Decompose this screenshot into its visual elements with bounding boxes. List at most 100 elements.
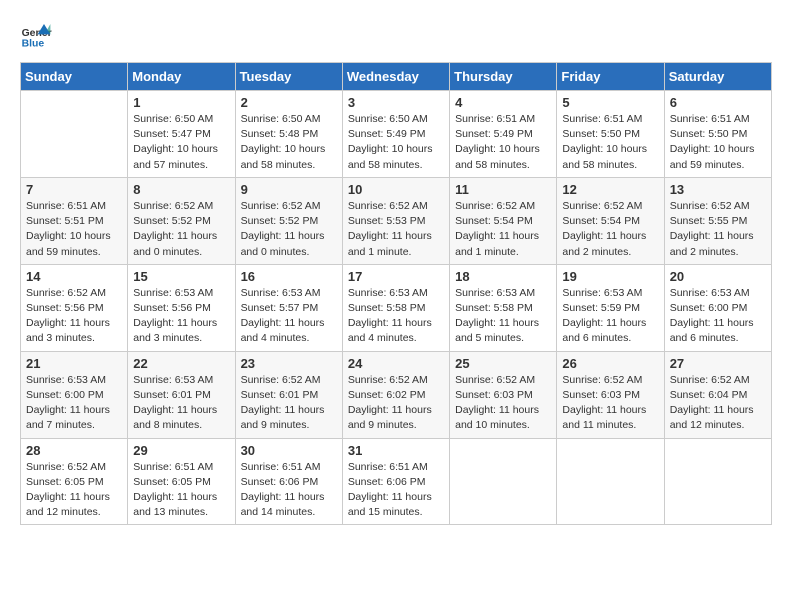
calendar-cell: 30 Sunrise: 6:51 AMSunset: 6:06 PMDayligh… <box>235 438 342 525</box>
logo: General Blue <box>20 20 52 52</box>
calendar-cell: 28 Sunrise: 6:52 AMSunset: 6:05 PMDayligh… <box>21 438 128 525</box>
day-info: Sunrise: 6:52 AMSunset: 5:53 PMDaylight:… <box>348 199 444 260</box>
calendar-cell: 3 Sunrise: 6:50 AMSunset: 5:49 PMDaylight… <box>342 91 449 178</box>
day-number: 28 <box>26 443 122 458</box>
day-number: 12 <box>562 182 658 197</box>
calendar-cell <box>557 438 664 525</box>
calendar-week-row: 14 Sunrise: 6:52 AMSunset: 5:56 PMDayligh… <box>21 264 772 351</box>
calendar-cell: 25 Sunrise: 6:52 AMSunset: 6:03 PMDayligh… <box>450 351 557 438</box>
calendar-cell: 15 Sunrise: 6:53 AMSunset: 5:56 PMDayligh… <box>128 264 235 351</box>
day-number: 26 <box>562 356 658 371</box>
day-info: Sunrise: 6:52 AMSunset: 5:55 PMDaylight:… <box>670 199 766 260</box>
calendar-cell: 2 Sunrise: 6:50 AMSunset: 5:48 PMDaylight… <box>235 91 342 178</box>
day-info: Sunrise: 6:52 AMSunset: 6:02 PMDaylight:… <box>348 373 444 434</box>
calendar-cell: 24 Sunrise: 6:52 AMSunset: 6:02 PMDayligh… <box>342 351 449 438</box>
day-info: Sunrise: 6:51 AMSunset: 5:50 PMDaylight:… <box>562 112 658 173</box>
page-header: General Blue <box>20 20 772 52</box>
calendar-cell: 22 Sunrise: 6:53 AMSunset: 6:01 PMDayligh… <box>128 351 235 438</box>
day-number: 8 <box>133 182 229 197</box>
calendar-cell: 7Sunrise: 6:51 AMSunset: 5:51 PMDaylight… <box>21 177 128 264</box>
day-number: 25 <box>455 356 551 371</box>
weekday-header: Saturday <box>664 63 771 91</box>
calendar-cell <box>450 438 557 525</box>
day-info: Sunrise: 6:53 AMSunset: 5:57 PMDaylight:… <box>241 286 337 347</box>
weekday-header: Thursday <box>450 63 557 91</box>
calendar-cell: 8 Sunrise: 6:52 AMSunset: 5:52 PMDaylight… <box>128 177 235 264</box>
day-info: Sunrise: 6:53 AMSunset: 5:58 PMDaylight:… <box>455 286 551 347</box>
day-info: Sunrise: 6:52 AMSunset: 5:54 PMDaylight:… <box>455 199 551 260</box>
calendar-cell: 26 Sunrise: 6:52 AMSunset: 6:03 PMDayligh… <box>557 351 664 438</box>
weekday-header: Sunday <box>21 63 128 91</box>
day-number: 17 <box>348 269 444 284</box>
day-number: 10 <box>348 182 444 197</box>
day-number: 27 <box>670 356 766 371</box>
day-number: 21 <box>26 356 122 371</box>
calendar-cell <box>21 91 128 178</box>
weekday-header: Tuesday <box>235 63 342 91</box>
day-number: 14 <box>26 269 122 284</box>
calendar-cell: 16 Sunrise: 6:53 AMSunset: 5:57 PMDayligh… <box>235 264 342 351</box>
day-info: Sunrise: 6:53 AMSunset: 6:00 PMDaylight:… <box>26 373 122 434</box>
calendar-cell: 20Sunrise: 6:53 AMSunset: 6:00 PMDayligh… <box>664 264 771 351</box>
day-number: 22 <box>133 356 229 371</box>
day-info: Sunrise: 6:52 AMSunset: 5:52 PMDaylight:… <box>241 199 337 260</box>
calendar-cell: 10 Sunrise: 6:52 AMSunset: 5:53 PMDayligh… <box>342 177 449 264</box>
weekday-header: Monday <box>128 63 235 91</box>
calendar-cell: 21 Sunrise: 6:53 AMSunset: 6:00 PMDayligh… <box>21 351 128 438</box>
day-info: Sunrise: 6:51 AMSunset: 5:49 PMDaylight:… <box>455 112 551 173</box>
day-number: 18 <box>455 269 551 284</box>
day-info: Sunrise: 6:52 AMSunset: 5:54 PMDaylight:… <box>562 199 658 260</box>
day-number: 11 <box>455 182 551 197</box>
day-number: 20 <box>670 269 766 284</box>
calendar-week-row: 28 Sunrise: 6:52 AMSunset: 6:05 PMDayligh… <box>21 438 772 525</box>
day-info: Sunrise: 6:51 AMSunset: 6:06 PMDaylight:… <box>241 460 337 521</box>
calendar-cell: 9 Sunrise: 6:52 AMSunset: 5:52 PMDaylight… <box>235 177 342 264</box>
day-number: 9 <box>241 182 337 197</box>
day-info: Sunrise: 6:51 AMSunset: 6:05 PMDaylight:… <box>133 460 229 521</box>
day-info: Sunrise: 6:53 AMSunset: 5:56 PMDaylight:… <box>133 286 229 347</box>
day-info: Sunrise: 6:50 AMSunset: 5:48 PMDaylight:… <box>241 112 337 173</box>
calendar-cell <box>664 438 771 525</box>
day-info: Sunrise: 6:50 AMSunset: 5:47 PMDaylight:… <box>133 112 229 173</box>
calendar-cell: 11 Sunrise: 6:52 AMSunset: 5:54 PMDayligh… <box>450 177 557 264</box>
calendar-cell: 1 Sunrise: 6:50 AMSunset: 5:47 PMDaylight… <box>128 91 235 178</box>
day-number: 16 <box>241 269 337 284</box>
calendar-week-row: 7Sunrise: 6:51 AMSunset: 5:51 PMDaylight… <box>21 177 772 264</box>
day-number: 4 <box>455 95 551 110</box>
calendar-cell: 18 Sunrise: 6:53 AMSunset: 5:58 PMDayligh… <box>450 264 557 351</box>
day-number: 31 <box>348 443 444 458</box>
day-info: Sunrise: 6:53 AMSunset: 6:01 PMDaylight:… <box>133 373 229 434</box>
day-number: 15 <box>133 269 229 284</box>
day-info: Sunrise: 6:52 AMSunset: 5:52 PMDaylight:… <box>133 199 229 260</box>
calendar-cell: 19 Sunrise: 6:53 AMSunset: 5:59 PMDayligh… <box>557 264 664 351</box>
day-number: 30 <box>241 443 337 458</box>
calendar-cell: 12 Sunrise: 6:52 AMSunset: 5:54 PMDayligh… <box>557 177 664 264</box>
day-number: 1 <box>133 95 229 110</box>
calendar-cell: 27 Sunrise: 6:52 AMSunset: 6:04 PMDayligh… <box>664 351 771 438</box>
day-info: Sunrise: 6:52 AMSunset: 5:56 PMDaylight:… <box>26 286 122 347</box>
day-number: 2 <box>241 95 337 110</box>
day-info: Sunrise: 6:50 AMSunset: 5:49 PMDaylight:… <box>348 112 444 173</box>
day-info: Sunrise: 6:52 AMSunset: 6:05 PMDaylight:… <box>26 460 122 521</box>
calendar-cell: 13 Sunrise: 6:52 AMSunset: 5:55 PMDayligh… <box>664 177 771 264</box>
day-info: Sunrise: 6:53 AMSunset: 5:59 PMDaylight:… <box>562 286 658 347</box>
calendar-table: SundayMondayTuesdayWednesdayThursdayFrid… <box>20 62 772 525</box>
calendar-week-row: 21 Sunrise: 6:53 AMSunset: 6:00 PMDayligh… <box>21 351 772 438</box>
day-info: Sunrise: 6:51 AMSunset: 6:06 PMDaylight:… <box>348 460 444 521</box>
day-info: Sunrise: 6:52 AMSunset: 6:03 PMDaylight:… <box>455 373 551 434</box>
calendar-cell: 31 Sunrise: 6:51 AMSunset: 6:06 PMDayligh… <box>342 438 449 525</box>
day-info: Sunrise: 6:52 AMSunset: 6:03 PMDaylight:… <box>562 373 658 434</box>
calendar-week-row: 1 Sunrise: 6:50 AMSunset: 5:47 PMDaylight… <box>21 91 772 178</box>
day-info: Sunrise: 6:52 AMSunset: 6:04 PMDaylight:… <box>670 373 766 434</box>
weekday-header: Friday <box>557 63 664 91</box>
day-number: 6 <box>670 95 766 110</box>
svg-text:Blue: Blue <box>22 38 45 49</box>
day-number: 3 <box>348 95 444 110</box>
day-number: 29 <box>133 443 229 458</box>
calendar-cell: 4 Sunrise: 6:51 AMSunset: 5:49 PMDaylight… <box>450 91 557 178</box>
day-number: 24 <box>348 356 444 371</box>
day-info: Sunrise: 6:52 AMSunset: 6:01 PMDaylight:… <box>241 373 337 434</box>
day-number: 19 <box>562 269 658 284</box>
day-number: 13 <box>670 182 766 197</box>
logo-icon: General Blue <box>20 20 52 52</box>
